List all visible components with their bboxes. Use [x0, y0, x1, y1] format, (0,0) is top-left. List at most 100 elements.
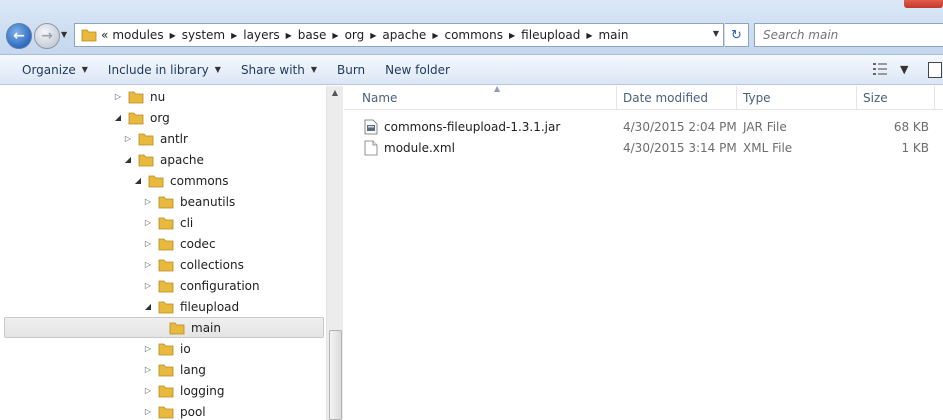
column-header-size[interactable]: Size: [857, 86, 935, 110]
tree-item-beanutils[interactable]: ▷ beanutils: [4, 191, 324, 212]
folder-icon: [158, 217, 174, 229]
collapse-arrow-icon[interactable]: ◢: [112, 113, 124, 122]
breadcrumb-apache[interactable]: apache: [382, 28, 426, 42]
collapse-arrow-icon[interactable]: ◢: [122, 155, 134, 164]
file-name: commons-fileupload-1.3.1.jar: [384, 119, 561, 134]
scroll-up-icon[interactable]: ▲: [330, 88, 340, 98]
open-folder-icon: [148, 175, 164, 187]
breadcrumb-overflow[interactable]: «: [101, 28, 108, 42]
breadcrumb-separator-icon[interactable]: ▶: [286, 31, 292, 40]
tree-scrollbar[interactable]: ▲: [326, 86, 343, 420]
scrollbar-thumb[interactable]: [329, 330, 342, 420]
new-folder-label: New folder: [385, 62, 450, 77]
tree-item-collections[interactable]: ▷ collections: [4, 254, 324, 275]
change-view-button[interactable]: ▼: [872, 62, 908, 76]
file-list-pane: Name ▲ Date modified Type Size commons-f…: [344, 84, 943, 420]
expand-arrow-icon[interactable]: ▷: [142, 386, 154, 395]
breadcrumb-separator-icon[interactable]: ▶: [231, 31, 237, 40]
column-header-type[interactable]: Type: [737, 86, 857, 110]
tree-item-label: antlr: [160, 131, 188, 146]
tree-item-commons[interactable]: ◢ commons: [4, 170, 324, 191]
tree-item-label: main: [191, 320, 221, 335]
tree-item-lang[interactable]: ▷ lang: [4, 359, 324, 380]
breadcrumb-separator-icon[interactable]: ▶: [509, 31, 515, 40]
file-size: 68 KB: [893, 119, 929, 134]
breadcrumb-org[interactable]: org: [345, 28, 365, 42]
breadcrumb-separator-icon[interactable]: ▶: [170, 31, 176, 40]
folder-icon: [81, 29, 97, 42]
tree-item-codec[interactable]: ▷ codec: [4, 233, 324, 254]
file-size: 1 KB: [901, 140, 929, 155]
expand-arrow-icon[interactable]: ▷: [142, 260, 154, 269]
breadcrumb-layers[interactable]: layers: [243, 28, 279, 42]
expand-arrow-icon[interactable]: ▷: [142, 344, 154, 353]
tree-item-io[interactable]: ▷ io: [4, 338, 324, 359]
chevron-down-icon: ▼: [81, 65, 88, 74]
file-name-cell: commons-fileupload-1.3.1.jar: [364, 116, 614, 137]
forward-button[interactable]: →: [34, 23, 60, 49]
open-folder-icon: [138, 154, 154, 166]
tree-item-label: org: [150, 110, 170, 125]
breadcrumb-separator-icon[interactable]: ▶: [332, 31, 338, 40]
chevron-down-icon: ▼: [310, 65, 317, 74]
expand-arrow-icon[interactable]: ▷: [142, 281, 154, 290]
tree-item-configuration[interactable]: ▷ configuration: [4, 275, 324, 296]
expand-arrow-icon[interactable]: ▷: [142, 365, 154, 374]
address-history-dropdown-icon[interactable]: ▼: [713, 29, 719, 38]
open-folder-icon: [158, 301, 174, 313]
breadcrumb-main[interactable]: main: [598, 28, 628, 42]
preview-pane-button[interactable]: [928, 62, 942, 78]
expand-arrow-icon[interactable]: ▷: [142, 239, 154, 248]
folder-icon: [158, 259, 174, 271]
include-in-library-button[interactable]: Include in library ▼: [98, 58, 231, 82]
tree-item-label: collections: [180, 257, 244, 272]
breadcrumb-modules[interactable]: modules: [112, 28, 163, 42]
breadcrumb-commons[interactable]: commons: [444, 28, 503, 42]
breadcrumb-separator-icon[interactable]: ▶: [586, 31, 592, 40]
share-with-button[interactable]: Share with ▼: [231, 58, 327, 82]
xml-file-icon: [364, 140, 378, 155]
expand-arrow-icon[interactable]: ▷: [142, 407, 154, 416]
file-type: XML File: [743, 140, 793, 155]
tree-item-fileupload[interactable]: ◢ fileupload: [4, 296, 324, 317]
search-input[interactable]: [763, 28, 923, 42]
recent-pages-dropdown-icon[interactable]: ▼: [61, 30, 71, 42]
new-folder-button[interactable]: New folder: [375, 58, 460, 82]
breadcrumb-base[interactable]: base: [298, 28, 327, 42]
column-header-date-modified[interactable]: Date modified: [617, 86, 737, 110]
tree-item-cli[interactable]: ▷ cli: [4, 212, 324, 233]
expand-arrow-icon[interactable]: ▷: [142, 197, 154, 206]
burn-button[interactable]: Burn: [327, 58, 375, 82]
organize-label: Organize: [22, 62, 76, 77]
tree-item-label: logging: [180, 383, 225, 398]
breadcrumb-fileupload[interactable]: fileupload: [521, 28, 580, 42]
refresh-button[interactable]: ↻: [725, 23, 749, 47]
tree-item-main[interactable]: main: [4, 317, 324, 338]
tree-item-pool[interactable]: ▷ pool: [4, 401, 324, 420]
file-row[interactable]: module.xml 4/30/2015 3:14 PM XML File 1 …: [344, 137, 943, 158]
expand-arrow-icon[interactable]: ▷: [122, 134, 134, 143]
address-bar[interactable]: « modules ▶ system ▶ layers ▶ base ▶ org…: [74, 23, 724, 47]
tree-item-nu[interactable]: ▷ nu: [4, 86, 324, 107]
search-box[interactable]: [754, 23, 943, 47]
folder-icon: [158, 196, 174, 208]
tree-item-org[interactable]: ◢ org: [4, 107, 324, 128]
folder-icon: [158, 385, 174, 397]
organize-button[interactable]: Organize ▼: [12, 58, 98, 82]
back-button[interactable]: ←: [6, 23, 32, 49]
tree-item-logging[interactable]: ▷ logging: [4, 380, 324, 401]
collapse-arrow-icon[interactable]: ◢: [142, 302, 154, 311]
tree-item-apache[interactable]: ◢ apache: [4, 149, 324, 170]
breadcrumb-separator-icon[interactable]: ▶: [370, 31, 376, 40]
column-header-name[interactable]: Name ▲: [356, 84, 617, 110]
breadcrumb-system[interactable]: system: [182, 28, 225, 42]
tree-item-label: lang: [180, 362, 206, 377]
tree-item-antlr[interactable]: ▷ antlr: [4, 128, 324, 149]
expand-arrow-icon[interactable]: ▷: [112, 92, 124, 101]
collapse-arrow-icon[interactable]: ◢: [132, 176, 144, 185]
file-row[interactable]: commons-fileupload-1.3.1.jar 4/30/2015 2…: [344, 116, 943, 137]
address-bar-region: ← → ▼ « modules ▶ system ▶ layers ▶ base…: [0, 0, 943, 54]
close-window-button[interactable]: [904, 0, 943, 8]
expand-arrow-icon[interactable]: ▷: [142, 218, 154, 227]
breadcrumb-separator-icon[interactable]: ▶: [432, 31, 438, 40]
